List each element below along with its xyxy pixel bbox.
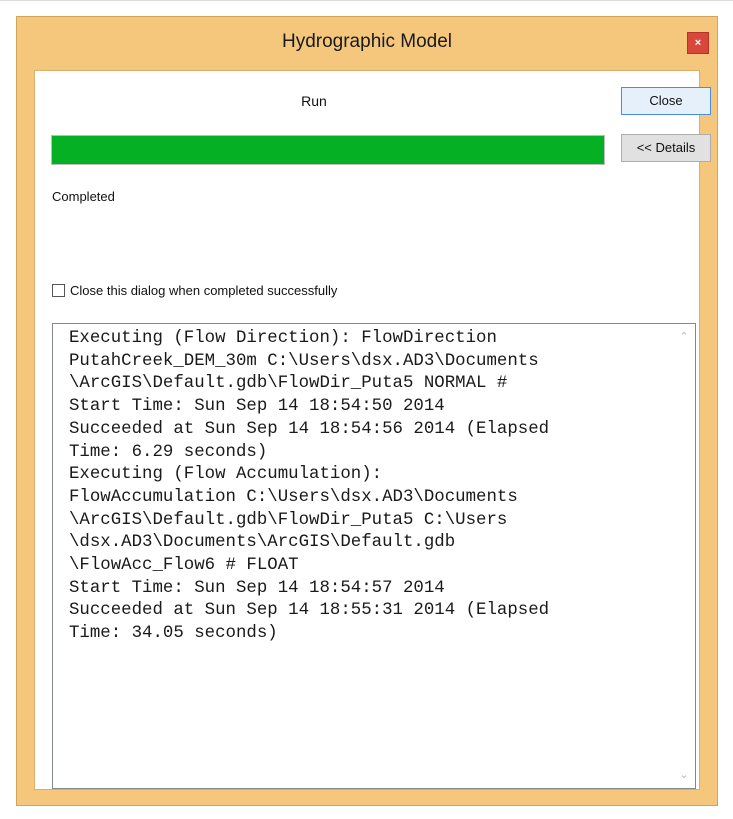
log-line: \dsx.AD3\Documents\ArcGIS\Default.gdb: [69, 533, 456, 553]
progress-bar: [51, 135, 605, 165]
log-line: Start Time: Sun Sep 14 18:54:50 2014: [69, 397, 445, 417]
log-text: Executing (Flow Direction): FlowDirectio…: [69, 328, 669, 646]
progress-fill: [52, 136, 604, 164]
dialog-window: Hydrographic Model × Run Close << Detail…: [16, 16, 718, 806]
log-line: \ArcGIS\Default.gdb\FlowDir_Puta5 C:\Use…: [69, 510, 508, 530]
scroll-up-icon[interactable]: ⌃: [677, 330, 691, 344]
run-label: Run: [301, 93, 327, 109]
log-line: Succeeded at Sun Sep 14 18:55:31 2014 (E…: [69, 601, 550, 621]
log-line: Start Time: Sun Sep 14 18:54:57 2014: [69, 578, 445, 598]
log-line: FlowAccumulation C:\Users\dsx.AD3\Docume…: [69, 487, 518, 507]
log-line: PutahCreek_DEM_30m C:\Users\dsx.AD3\Docu…: [69, 351, 539, 371]
close-button[interactable]: Close: [621, 87, 711, 115]
log-line: Time: 6.29 seconds): [69, 442, 268, 462]
close-icon[interactable]: ×: [687, 32, 709, 54]
log-line: \ArcGIS\Default.gdb\FlowDir_Puta5 NORMAL…: [69, 374, 508, 394]
log-line: Succeeded at Sun Sep 14 18:54:56 2014 (E…: [69, 419, 550, 439]
window-title: Hydrographic Model: [281, 31, 453, 52]
scroll-down-icon[interactable]: ⌄: [677, 768, 691, 782]
dialog-body: Run Close << Details Completed Close thi…: [34, 70, 711, 790]
status-text: Completed: [52, 189, 115, 204]
log-line: Executing (Flow Accumulation):: [69, 465, 383, 485]
page-edge: [0, 0, 733, 1]
title-bar[interactable]: Hydrographic Model ×: [17, 17, 717, 69]
close-on-complete-label: Close this dialog when completed success…: [70, 283, 338, 298]
log-line: Time: 34.05 seconds): [69, 624, 278, 644]
close-on-complete-option[interactable]: Close this dialog when completed success…: [52, 283, 337, 298]
log-line: \FlowAcc_Flow6 # FLOAT: [69, 556, 299, 576]
log-line: Executing (Flow Direction): FlowDirectio…: [69, 329, 497, 348]
details-button[interactable]: << Details: [621, 134, 711, 162]
close-on-complete-checkbox[interactable]: [52, 284, 65, 297]
log-textbox[interactable]: Executing (Flow Direction): FlowDirectio…: [52, 323, 696, 789]
